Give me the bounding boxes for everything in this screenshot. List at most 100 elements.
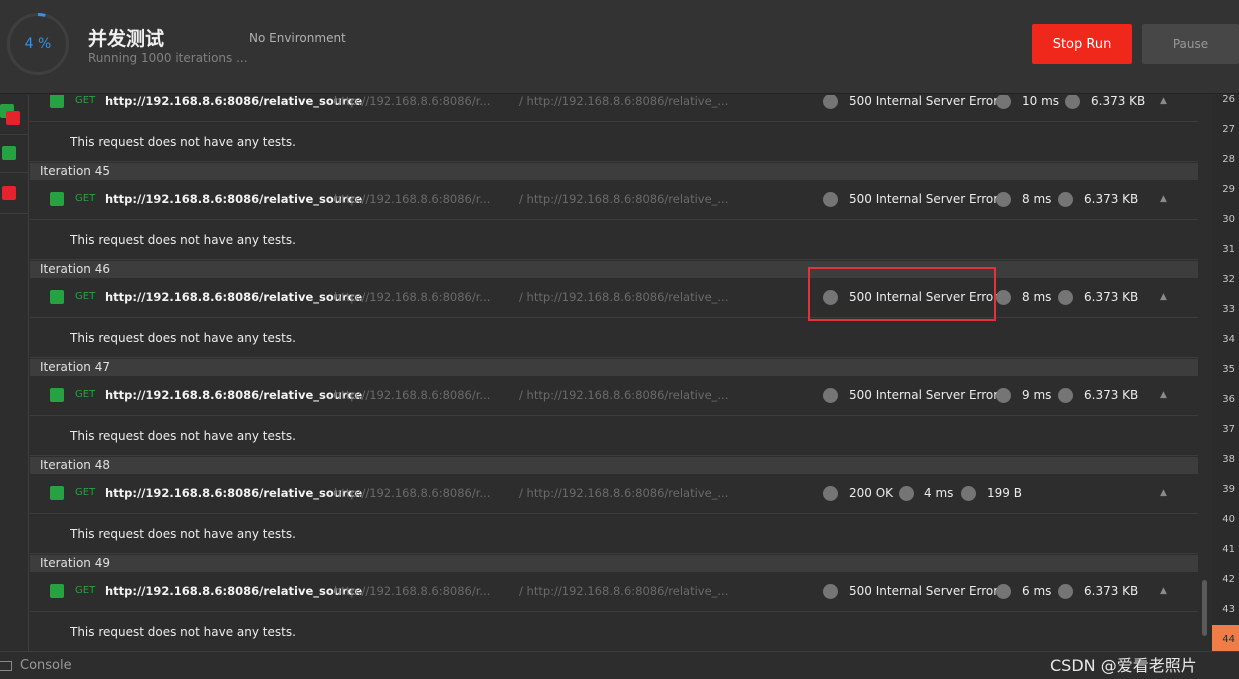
time-dot-icon	[899, 486, 914, 501]
request-method: GET	[75, 95, 96, 106]
request-row[interactable]: GET http://192.168.8.6:8086/relative_sou…	[30, 95, 1198, 122]
test-result-row: This request does not have any tests.	[30, 220, 1198, 260]
collapse-caret-icon[interactable]: ▲	[1160, 276, 1167, 318]
request-url[interactable]: http://192.168.8.6:8086/relative_source	[105, 374, 362, 416]
pass-checkbox-icon	[50, 388, 64, 402]
pause-button[interactable]: Pause	[1142, 24, 1239, 64]
time-dot-icon	[996, 584, 1011, 599]
collapse-caret-icon[interactable]: ▲	[1160, 374, 1167, 416]
size-dot-icon	[1058, 388, 1073, 403]
runner-header: 4 % 并发测试 Running 1000 iterations ... No …	[0, 0, 1239, 94]
iteration-number-column: 26 27 28 29 30 31 32 33 34 35 36 37 38 3…	[1212, 94, 1239, 655]
request-url-short: http://192.168.8.6:8086/r...	[334, 486, 491, 500]
status-dot-icon	[823, 388, 838, 403]
response-time: 4 ms	[924, 486, 954, 500]
iteration-number[interactable]: 35	[1212, 355, 1239, 385]
size-dot-icon	[1058, 192, 1073, 207]
request-url[interactable]: http://192.168.8.6:8086/relative_source	[105, 95, 362, 122]
status-dot-icon	[823, 290, 838, 305]
response-status: 500 Internal Server Error	[849, 584, 999, 598]
request-url[interactable]: http://192.168.8.6:8086/relative_source	[105, 472, 362, 514]
iteration-number[interactable]: 34	[1212, 325, 1239, 355]
iteration-number[interactable]: 37	[1212, 415, 1239, 445]
size-dot-icon	[1065, 95, 1080, 109]
request-url[interactable]: http://192.168.8.6:8086/relative_source	[105, 570, 362, 612]
collapse-caret-icon[interactable]: ▲	[1160, 95, 1167, 122]
iteration-number[interactable]: 28	[1212, 145, 1239, 175]
iteration-number[interactable]: 36	[1212, 385, 1239, 415]
response-time: 10 ms	[1022, 95, 1060, 108]
response-size: 6.373 KB	[1091, 95, 1146, 108]
iteration-number[interactable]: 42	[1212, 565, 1239, 595]
request-method: GET	[75, 585, 96, 596]
pass-checkbox-icon	[50, 290, 64, 304]
request-row[interactable]: GET http://192.168.8.6:8086/relative_sou…	[30, 472, 1198, 514]
time-dot-icon	[996, 290, 1011, 305]
divider	[0, 172, 29, 173]
request-method: GET	[75, 487, 96, 498]
request-path: / http://192.168.8.6:8086/relative_...	[519, 584, 729, 598]
results-scrollbar[interactable]	[1198, 95, 1210, 651]
iteration-number[interactable]: 30	[1212, 205, 1239, 235]
request-row[interactable]: GET http://192.168.8.6:8086/relative_sou…	[30, 570, 1198, 612]
response-time: 6 ms	[1022, 584, 1052, 598]
size-dot-icon	[1058, 584, 1073, 599]
collapse-caret-icon[interactable]: ▲	[1160, 570, 1167, 612]
test-result-row: This request does not have any tests.	[30, 612, 1198, 651]
test-message: This request does not have any tests.	[70, 331, 296, 345]
iteration-number[interactable]: 40	[1212, 505, 1239, 535]
run-subtitle: Running 1000 iterations ...	[88, 51, 248, 65]
status-pass-icon	[2, 146, 16, 160]
console-icon[interactable]	[0, 661, 12, 671]
iteration-number[interactable]: 33	[1212, 295, 1239, 325]
request-row[interactable]: GET http://192.168.8.6:8086/relative_sou…	[30, 276, 1198, 318]
pass-checkbox-icon	[50, 192, 64, 206]
request-path: / http://192.168.8.6:8086/relative_...	[519, 388, 729, 402]
request-method: GET	[75, 193, 96, 204]
request-url[interactable]: http://192.168.8.6:8086/relative_source	[105, 178, 362, 220]
console-toggle[interactable]: Console	[20, 652, 72, 679]
iteration-status-column	[0, 95, 29, 651]
status-dot-icon	[823, 192, 838, 207]
request-url-short: http://192.168.8.6:8086/r...	[334, 290, 491, 304]
response-status: 500 Internal Server Error	[849, 192, 999, 206]
iteration-number[interactable]: 41	[1212, 535, 1239, 565]
iteration-number[interactable]: 29	[1212, 175, 1239, 205]
request-url-short: http://192.168.8.6:8086/r...	[334, 95, 491, 108]
iteration-number[interactable]: 26	[1212, 85, 1239, 115]
status-dot-icon	[823, 486, 838, 501]
request-row[interactable]: GET http://192.168.8.6:8086/relative_sou…	[30, 374, 1198, 416]
test-message: This request does not have any tests.	[70, 429, 296, 443]
test-message: This request does not have any tests.	[70, 527, 296, 541]
response-time: 9 ms	[1022, 388, 1052, 402]
iteration-number[interactable]: 38	[1212, 445, 1239, 475]
pass-checkbox-icon	[50, 95, 64, 108]
run-title: 并发测试	[88, 28, 165, 50]
request-path: / http://192.168.8.6:8086/relative_...	[519, 290, 729, 304]
iteration-number[interactable]: 39	[1212, 475, 1239, 505]
footer-bar: Console CSDN @爱看老照片	[0, 651, 1239, 679]
test-result-row: This request does not have any tests.	[30, 514, 1198, 554]
time-dot-icon	[996, 388, 1011, 403]
request-url-short: http://192.168.8.6:8086/r...	[334, 584, 491, 598]
iteration-number[interactable]: 31	[1212, 235, 1239, 265]
scrollbar-thumb[interactable]	[1202, 580, 1207, 636]
status-fail-icon	[2, 186, 16, 200]
response-status: 500 Internal Server Error	[849, 95, 999, 108]
request-url-short: http://192.168.8.6:8086/r...	[334, 388, 491, 402]
request-row[interactable]: GET http://192.168.8.6:8086/relative_sou…	[30, 178, 1198, 220]
collapse-caret-icon[interactable]: ▲	[1160, 178, 1167, 220]
request-path: / http://192.168.8.6:8086/relative_...	[519, 192, 729, 206]
progress-percent: 4 %	[24, 36, 52, 52]
stop-run-button[interactable]: Stop Run	[1032, 24, 1132, 64]
response-size: 199 B	[987, 486, 1022, 500]
request-path: / http://192.168.8.6:8086/relative_...	[519, 486, 729, 500]
request-url[interactable]: http://192.168.8.6:8086/relative_source	[105, 276, 362, 318]
iteration-number[interactable]: 43	[1212, 595, 1239, 625]
divider	[0, 134, 29, 135]
iteration-number[interactable]: 32	[1212, 265, 1239, 295]
collapse-caret-icon[interactable]: ▲	[1160, 472, 1167, 514]
iteration-number[interactable]: 27	[1212, 115, 1239, 145]
test-message: This request does not have any tests.	[70, 625, 296, 639]
test-message: This request does not have any tests.	[70, 233, 296, 247]
